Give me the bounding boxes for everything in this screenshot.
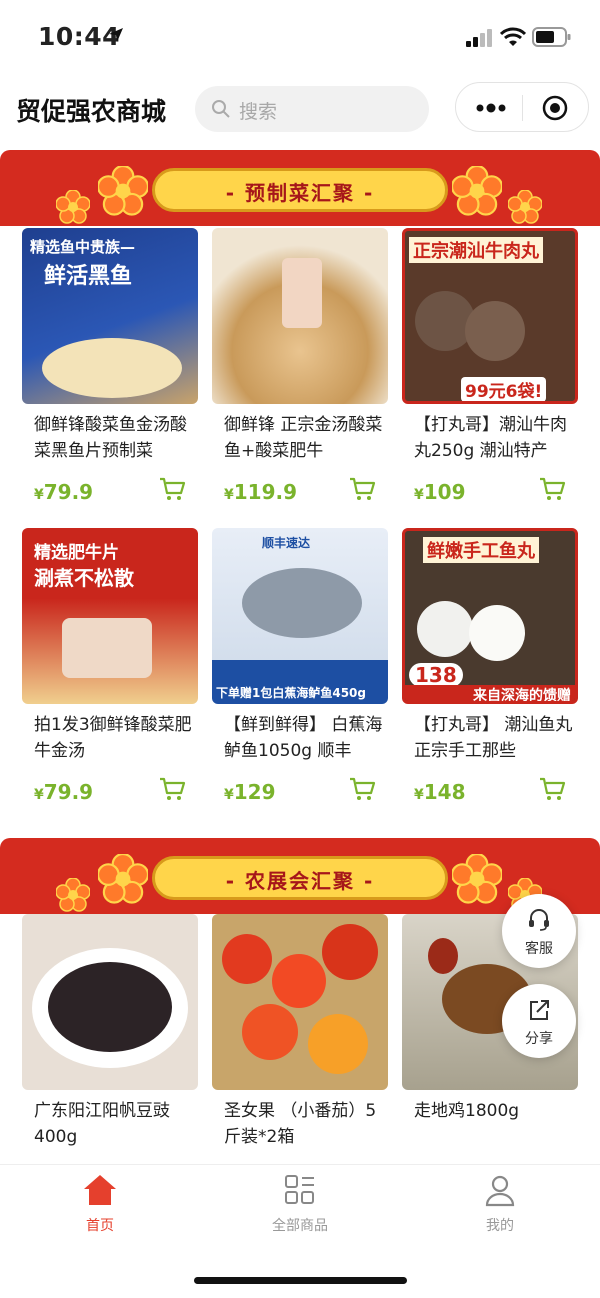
- product-card[interactable]: 精选鱼中贵族— 鲜活黑鱼 御鲜锋酸菜鱼金汤酸菜黑鱼片预制菜 ¥79.9: [22, 228, 198, 504]
- search-input[interactable]: 搜索: [195, 86, 429, 132]
- product-image: 精选鱼中贵族— 鲜活黑鱼: [22, 228, 198, 404]
- share-button[interactable]: 分享: [502, 984, 576, 1058]
- more-icon[interactable]: [476, 103, 506, 113]
- product-image-caption-2: 鲜活黑鱼: [44, 264, 133, 289]
- cart-icon[interactable]: [158, 476, 186, 502]
- tab-home[interactable]: 首页: [0, 1173, 200, 1235]
- product-name: 【打丸哥】潮汕牛肉丸250g 潮汕特产: [414, 415, 567, 461]
- product-name: 广东阳江阳帆豆豉400g: [34, 1101, 170, 1147]
- product-image: 顺丰速达 下单赠1包白蕉海鲈鱼450g: [212, 528, 388, 704]
- product-image-caption: 正宗潮汕牛肉丸: [409, 237, 543, 263]
- product-image-caption-2: 涮煮不松散: [34, 566, 134, 590]
- mini-program-capsule: [455, 82, 589, 132]
- product-image-caption: 顺丰速达: [262, 536, 311, 550]
- product-image-caption: 精选鱼中贵族—: [30, 238, 136, 256]
- cart-icon[interactable]: [348, 476, 376, 502]
- product-image-caption: 鲜嫩手工鱼丸: [423, 537, 539, 563]
- section-title: - 农展会汇聚 -: [225, 869, 375, 893]
- product-image-caption: 精选肥牛片: [34, 543, 119, 563]
- customer-service-label: 客服: [525, 941, 553, 957]
- wifi-icon: [500, 27, 526, 46]
- capsule-divider: [522, 95, 523, 121]
- product-price: ¥79.9: [34, 780, 94, 804]
- customer-service-button[interactable]: 客服: [502, 894, 576, 968]
- search-icon: [212, 100, 230, 118]
- product-name: 圣女果 （小番茄）5斤装*2箱: [224, 1101, 377, 1147]
- grid-icon: [285, 1175, 314, 1204]
- status-bar: 10:44: [0, 0, 600, 70]
- share-icon: [530, 1000, 549, 1020]
- product-card[interactable]: 圣女果 （小番茄）5斤装*2箱: [212, 914, 388, 1147]
- tab-mine[interactable]: 我的: [400, 1173, 600, 1235]
- product-card[interactable]: 广东阳江阳帆豆豉400g: [22, 914, 198, 1147]
- tab-home-label: 首页: [86, 1218, 114, 1234]
- product-image-caption-2: 下单赠1包白蕉海鲈鱼450g: [216, 686, 366, 700]
- product-image: [22, 914, 198, 1090]
- product-price: ¥148: [414, 780, 466, 804]
- home-indicator[interactable]: [194, 1277, 407, 1284]
- product-name: 【鲜到鲜得】 白蕉海鲈鱼1050g 顺丰: [224, 715, 383, 761]
- product-name: 御鲜锋 正宗金汤酸菜鱼+酸菜肥牛: [224, 415, 383, 461]
- cart-icon[interactable]: [538, 776, 566, 802]
- product-card[interactable]: 顺丰速达 下单赠1包白蕉海鲈鱼450g 【鲜到鲜得】 白蕉海鲈鱼1050g 顺丰…: [212, 528, 388, 804]
- product-price: ¥119.9: [224, 480, 298, 504]
- location-arrow-icon: [109, 28, 123, 42]
- product-card[interactable]: 鲜嫩手工鱼丸 138 来自深海的馈赠 【打丸哥】 潮汕鱼丸正宗手工那些 ¥148: [402, 528, 578, 804]
- cart-icon[interactable]: [538, 476, 566, 502]
- flower-icon: [56, 190, 90, 224]
- product-image: [212, 914, 388, 1090]
- home-icon: [84, 1175, 116, 1205]
- flower-icon: [508, 190, 542, 224]
- product-name: 拍1发3御鲜锋酸菜肥牛金汤: [34, 715, 192, 761]
- tab-mine-label: 我的: [486, 1218, 514, 1234]
- flower-icon: [98, 854, 148, 904]
- product-image-badge: 138: [409, 663, 463, 687]
- page-title: 贸促强农商城: [16, 97, 167, 126]
- section-banner-prepared-food: - 预制菜汇聚 -: [0, 150, 600, 226]
- top-bar: 贸促强农商城 搜索: [0, 78, 600, 142]
- target-icon[interactable]: [542, 95, 568, 121]
- product-price: ¥109: [414, 480, 466, 504]
- product-name: 走地鸡1800g: [414, 1101, 520, 1121]
- signal-icon: [466, 29, 492, 47]
- share-label: 分享: [525, 1031, 553, 1047]
- section-title-plate: - 预制菜汇聚 -: [152, 168, 448, 212]
- section-title-plate: - 农展会汇聚 -: [152, 856, 448, 900]
- flower-icon: [56, 878, 90, 912]
- battery-icon: [532, 27, 571, 47]
- product-card[interactable]: 正宗潮汕牛肉丸 99元6袋! 【打丸哥】潮汕牛肉丸250g 潮汕特产 ¥109: [402, 228, 578, 504]
- headset-icon: [529, 909, 549, 931]
- product-image: 精选肥牛片 涮煮不松散: [22, 528, 198, 704]
- product-card[interactable]: 精选肥牛片 涮煮不松散 拍1发3御鲜锋酸菜肥牛金汤 ¥79.9: [22, 528, 198, 804]
- product-price: ¥79.9: [34, 480, 94, 504]
- search-placeholder: 搜索: [239, 101, 278, 123]
- section-title: - 预制菜汇聚 -: [225, 181, 375, 205]
- flower-icon: [452, 854, 502, 904]
- cart-icon[interactable]: [158, 776, 186, 802]
- tab-all-goods-label: 全部商品: [272, 1218, 328, 1234]
- product-image: [212, 228, 388, 404]
- flower-icon: [98, 166, 148, 216]
- section-banner-agri-expo: - 农展会汇聚 -: [0, 838, 600, 914]
- product-price: ¥129: [224, 780, 276, 804]
- product-name: 【打丸哥】 潮汕鱼丸正宗手工那些: [414, 715, 573, 761]
- user-icon: [485, 1175, 515, 1207]
- product-image: 正宗潮汕牛肉丸 99元6袋!: [402, 228, 578, 404]
- flower-icon: [452, 166, 502, 216]
- product-image-caption-2: 来自深海的馈赠: [405, 685, 575, 701]
- cart-icon[interactable]: [348, 776, 376, 802]
- product-name: 御鲜锋酸菜鱼金汤酸菜黑鱼片预制菜: [34, 415, 187, 461]
- product-card[interactable]: 御鲜锋 正宗金汤酸菜鱼+酸菜肥牛 ¥119.9: [212, 228, 388, 504]
- product-image-caption-2: 99元6袋!: [461, 377, 547, 401]
- product-image: 鲜嫩手工鱼丸 138 来自深海的馈赠: [402, 528, 578, 704]
- tab-all-goods[interactable]: 全部商品: [200, 1173, 400, 1235]
